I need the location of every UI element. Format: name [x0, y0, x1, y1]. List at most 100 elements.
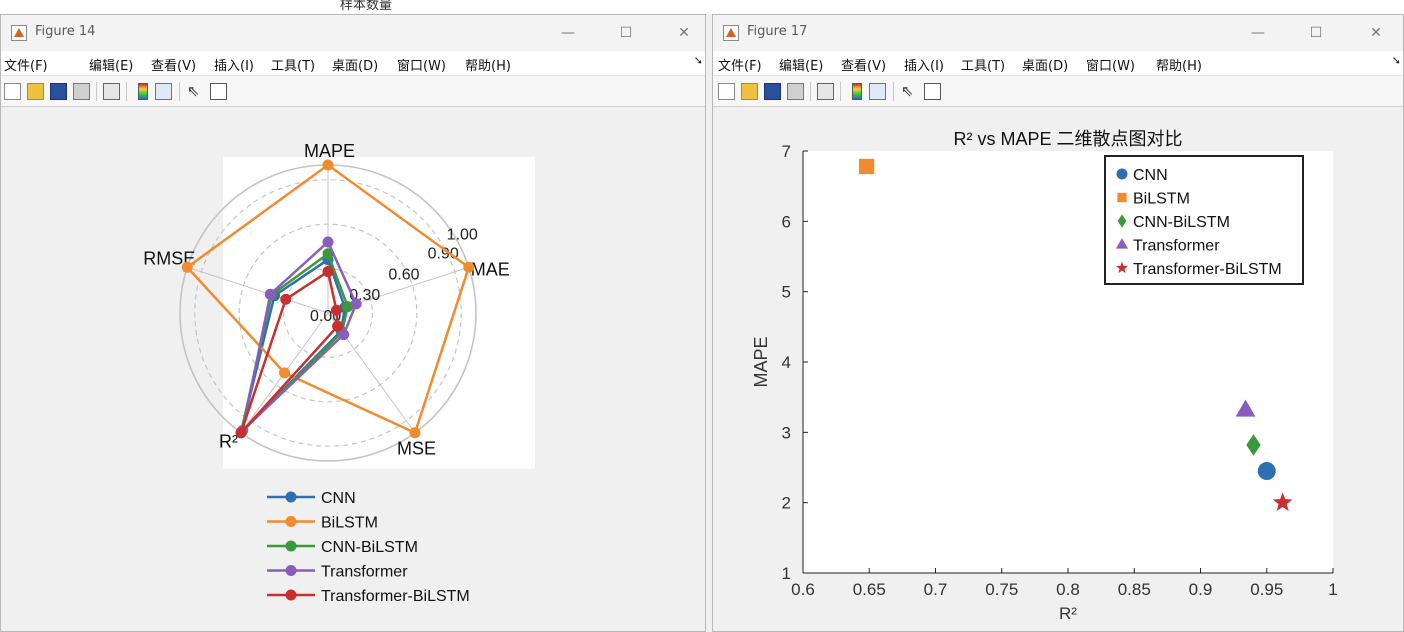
x-tick-label: 0.6: [791, 580, 815, 599]
save-disk-icon[interactable]: [50, 83, 67, 100]
y-tick-label: 4: [782, 353, 791, 372]
radar-point-transformer-bilstm: [235, 427, 247, 439]
scatter-legend-label-cnn-bilstm: CNN-BiLSTM: [1133, 214, 1230, 231]
radar-point-bilstm: [181, 261, 193, 273]
radar-point-transformer: [322, 236, 334, 248]
matlab-figure-icon: [11, 25, 27, 41]
legend-label-transformer-bilstm: Transformer-BiLSTM: [321, 588, 470, 605]
background-window-strip: 样本数量: [0, 0, 1404, 14]
radar-axis-label-r2: R²: [219, 432, 238, 452]
scatter-legend-marker-cnn: [1116, 168, 1128, 180]
legend-label-cnn-bilstm: CNN-BiLSTM: [321, 539, 418, 556]
print-preview-icon[interactable]: [817, 83, 834, 100]
matlab-figure-icon: [723, 25, 739, 41]
legend-marker-transformer: [285, 565, 297, 576]
maximize-button[interactable]: ☐: [613, 21, 639, 45]
save-disk-icon[interactable]: [764, 83, 781, 100]
y-tick-label: 5: [782, 283, 791, 302]
property-inspector-icon[interactable]: [924, 83, 941, 100]
x-axis-label: R²: [1059, 604, 1077, 623]
menu-view[interactable]: 查看(V): [151, 55, 196, 74]
property-inspector-icon[interactable]: [210, 83, 227, 100]
menu-insert[interactable]: 插入(I): [214, 55, 254, 74]
x-tick-label: 0.65: [853, 580, 886, 599]
radar-point-bilstm: [322, 159, 334, 171]
y-axis-label: MAPE: [751, 336, 771, 387]
open-folder-icon[interactable]: [741, 83, 758, 100]
radar-point-transformer-bilstm: [280, 293, 292, 305]
pointer-arrow-icon[interactable]: ⇖: [187, 83, 204, 100]
radar-point-transformer-bilstm: [330, 304, 342, 316]
colorbar-icon[interactable]: [852, 83, 862, 100]
new-figure-icon[interactable]: [4, 83, 21, 100]
menu-view[interactable]: 查看(V): [841, 55, 886, 74]
open-folder-icon[interactable]: [27, 83, 44, 100]
minimize-button[interactable]: —: [1245, 21, 1271, 45]
x-tick-label: 1: [1328, 580, 1337, 599]
radar-chart: 0.000.300.600.901.00MAPEMAEMSER²RMSECNNB…: [143, 141, 535, 605]
menu-tools[interactable]: 工具(T): [271, 55, 315, 74]
menu-edit[interactable]: 编辑(E): [89, 55, 133, 74]
menu-window[interactable]: 窗口(W): [397, 55, 446, 74]
scatter-legend-label-cnn: CNN: [1133, 167, 1168, 184]
colorbar-icon[interactable]: [138, 83, 148, 100]
scatter-legend-label-transformer: Transformer: [1133, 238, 1220, 255]
scatter-legend-marker-bilstm: [1117, 192, 1127, 203]
menu-tools[interactable]: 工具(T): [961, 55, 1005, 74]
figure14-toolbar: ⇖: [1, 76, 705, 107]
menu-desktop[interactable]: 桌面(D): [1022, 55, 1068, 74]
print-preview-icon[interactable]: [103, 83, 120, 100]
chart-title: R² vs MAPE 二维散点图对比: [953, 129, 1182, 149]
radar-point-bilstm: [463, 261, 475, 273]
menu-desktop[interactable]: 桌面(D): [332, 55, 378, 74]
chevron-icon[interactable]: ➘: [694, 54, 703, 67]
menu-help[interactable]: 帮助(H): [465, 55, 511, 74]
radar-tick-label: 0.60: [388, 266, 419, 283]
menu-help[interactable]: 帮助(H): [1156, 55, 1202, 74]
menu-insert[interactable]: 插入(I): [904, 55, 944, 74]
scatter-chart: R² vs MAPE 二维散点图对比 0.6 0.65 0.7 0.75 0.8 0.85 0…: [751, 129, 1338, 623]
menu-edit[interactable]: 编辑(E): [779, 55, 823, 74]
legend-label-transformer: Transformer: [321, 564, 408, 581]
close-button[interactable]: ✕: [671, 21, 697, 45]
radar-point-bilstm: [409, 427, 421, 439]
legend-marker-transformer-bilstm: [285, 589, 297, 601]
print-icon[interactable]: [787, 83, 804, 100]
maximize-button[interactable]: ☐: [1303, 21, 1329, 45]
figure17-titlebar[interactable]: Figure 17 — ☐ ✕: [713, 15, 1403, 51]
figure14-canvas: 0.00 0.30 0.60 0.90 1.00 MAPE MAE MSE R² RMSE CNN B…: [1, 107, 705, 631]
x-tick-label: 0.7: [924, 580, 948, 599]
y-tick-label: 6: [782, 212, 791, 231]
legend-label-cnn: CNN: [321, 490, 356, 507]
legend-icon[interactable]: [869, 83, 886, 100]
chevron-icon[interactable]: ➘: [1392, 54, 1401, 67]
minimize-button[interactable]: —: [555, 21, 581, 45]
x-tick-label: 0.85: [1118, 580, 1151, 599]
radar-tick-label: 1.00: [447, 227, 478, 244]
radar-point-transformer: [350, 298, 362, 310]
close-button[interactable]: ✕: [1363, 21, 1389, 45]
figure17-toolbar: ⇖: [713, 76, 1403, 107]
new-figure-icon[interactable]: [718, 83, 735, 100]
menu-file[interactable]: 文件(F): [718, 55, 762, 74]
scatter-legend-label-transformer-bilstm: Transformer-BiLSTM: [1133, 261, 1282, 278]
radar-axis-label-mse: MSE: [397, 439, 436, 459]
y-tick-label: 2: [782, 494, 791, 513]
x-tick-label: 0.8: [1056, 580, 1080, 599]
x-tick-label: 0.75: [985, 580, 1018, 599]
pointer-arrow-icon[interactable]: ⇖: [901, 83, 918, 100]
radar-axis-label-mae: MAE: [471, 259, 510, 279]
legend-icon[interactable]: [155, 83, 172, 100]
figure17-canvas: R² vs MAPE 二维散点图对比 0.6 0.65 0.7 0.75 0.8 0.85 0…: [713, 107, 1403, 631]
menu-file[interactable]: 文件(F): [4, 55, 48, 74]
menu-window[interactable]: 窗口(W): [1086, 55, 1135, 74]
x-tick-label: 0.9: [1189, 580, 1213, 599]
figure14-titlebar[interactable]: Figure 14 — ☐ ✕: [1, 15, 705, 51]
print-icon[interactable]: [73, 83, 90, 100]
y-tick-label: 1: [782, 564, 791, 583]
figure14-title: Figure 14: [35, 24, 96, 39]
radar-point-bilstm: [279, 367, 291, 379]
legend-marker-cnn-bilstm: [285, 540, 297, 552]
scatter-point-bilstm: [858, 158, 875, 175]
figure17-menubar: 文件(F) 编辑(E) 查看(V) 插入(I) 工具(T) 桌面(D) 窗口(W…: [713, 51, 1403, 76]
